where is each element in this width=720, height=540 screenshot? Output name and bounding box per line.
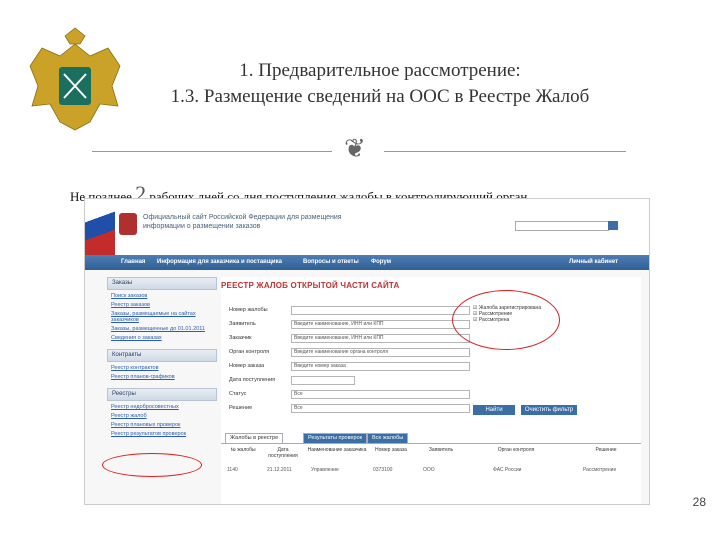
table-header: Дата поступления <box>268 447 298 459</box>
nav-item-faq[interactable]: Вопросы и ответы <box>303 259 359 265</box>
form-label: Решение <box>229 405 253 411</box>
form-input-customer[interactable]: Введите наименование, ИНН или КПП <box>291 334 470 343</box>
ornament-icon: ❦ <box>344 134 366 163</box>
sidebar-section-contracts[interactable]: Контракты <box>107 349 217 362</box>
nav-item-home[interactable]: Главная <box>121 259 145 265</box>
table-cell: 1140 <box>227 467 238 473</box>
table-header: Орган контроля <box>497 447 535 453</box>
form-label: Статус <box>229 391 247 397</box>
form-label: Дата поступления <box>229 377 276 383</box>
table-cell: Управление <box>311 467 339 473</box>
sidebar-link[interactable]: Реестр недобросовестных <box>111 404 217 410</box>
sidebar-link[interactable]: Реестр заказов <box>111 302 217 308</box>
form-label: Номер жалобы <box>229 307 268 313</box>
table-header: Наименование заказчика <box>307 447 367 453</box>
sidebar-link[interactable]: Реестр результатов проверок <box>111 431 217 437</box>
form-select-decision[interactable]: Все <box>291 404 470 413</box>
sidebar-link[interactable]: Заказы, размещенные до 01.01.2011 <box>111 326 217 332</box>
highlight-status-ellipse <box>452 290 560 350</box>
site-header: Официальный сайт Российской Федерации дл… <box>85 199 649 255</box>
sidebar-section-orders[interactable]: Заказы <box>107 277 217 290</box>
form-input-applicant[interactable]: Введите наименование, ИНН или КПП <box>291 320 470 329</box>
highlight-registry-link-ellipse <box>102 453 202 477</box>
sidebar-link[interactable]: Поиск заказов <box>111 293 217 299</box>
title-divider-right <box>384 151 626 152</box>
sidebar-link[interactable]: Реестр планов-графиков <box>111 374 217 380</box>
table-cell: 0373100 <box>373 467 393 473</box>
form-label: Заявитель <box>229 321 256 327</box>
slide-title-line1: 1. Предварительное рассмотрение: <box>239 60 521 81</box>
sidebar-section-registries[interactable]: Реестры <box>107 388 217 401</box>
flag-graphic <box>85 199 115 255</box>
site-emblem-icon <box>119 213 137 235</box>
nav-item-forum[interactable]: Форум <box>371 259 391 265</box>
page-number: 28 <box>692 495 706 509</box>
nav-item-info[interactable]: Информация для заказчика и поставщика <box>157 259 282 265</box>
form-input-control-organ[interactable]: Введите наименование органа контроля <box>291 348 470 357</box>
registry-title: РЕЕСТР ЖАЛОБ ОТКРЫТОЙ ЧАСТИ САЙТА <box>221 281 400 290</box>
form-input-date[interactable] <box>291 376 355 385</box>
clear-filter-button[interactable]: Очистить фильтр <box>521 405 577 415</box>
form-input-complaint-number[interactable] <box>291 306 470 315</box>
main-content: РЕЕСТР ЖАЛОБ ОТКРЫТОЙ ЧАСТИ САЙТА Номер … <box>221 277 641 504</box>
sidebar-link[interactable]: Заказы, размещаемые на сайтах заказчиков <box>111 311 217 323</box>
form-input-order-number[interactable]: Введите номер заказа <box>291 362 470 371</box>
form-label: Номер заказа <box>229 363 265 369</box>
table-cell: 21.12.2011 <box>267 467 292 473</box>
nav-item-cabinet[interactable]: Личный кабинет <box>569 259 618 265</box>
site-title: Официальный сайт Российской Федерации дл… <box>143 214 342 230</box>
table-cell: ООО <box>423 467 435 473</box>
sidebar-link[interactable]: Сведения о заказах <box>111 335 217 341</box>
table-header: Номер заказа <box>375 447 407 453</box>
sidebar-link[interactable]: Реестр плановых проверок <box>111 422 217 428</box>
table-cell: ФАС России <box>493 467 522 473</box>
table-header: № жалобы <box>230 447 256 453</box>
table-header: Решение <box>595 447 617 453</box>
form-label: Заказчик <box>229 335 252 341</box>
header-search-button[interactable] <box>608 221 618 230</box>
site-nav: Главная Информация для заказчика и поста… <box>85 255 649 270</box>
slide-title-line2: 1.3. Размещение сведений на ООС в Реестр… <box>170 86 590 107</box>
table-cell: Рассмотрение <box>583 467 617 473</box>
title-divider-left <box>92 151 332 152</box>
form-label: Орган контроля <box>229 349 270 355</box>
table-header: Заявитель <box>428 447 454 453</box>
header-search-input[interactable] <box>515 221 609 231</box>
sidebar-link[interactable]: Реестр контрактов <box>111 365 217 371</box>
search-button[interactable]: Найти <box>473 405 515 415</box>
form-select-status[interactable]: Все <box>291 390 470 399</box>
sidebar-link-complaints-registry[interactable]: Реестр жалоб <box>111 413 217 419</box>
